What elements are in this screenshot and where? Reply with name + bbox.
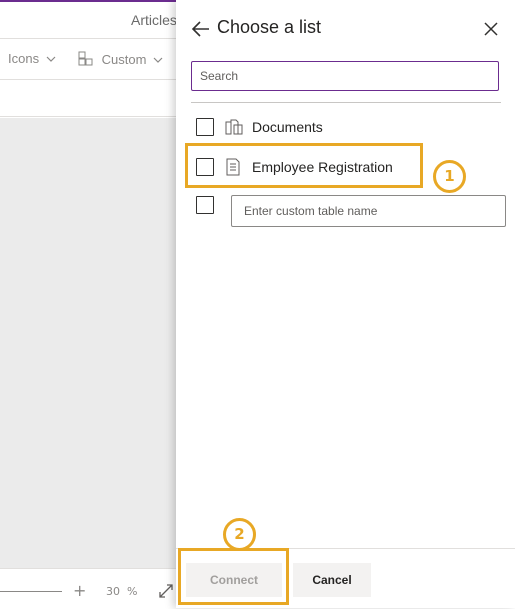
chevron-down-icon bbox=[153, 57, 163, 63]
custom-menu-label: Custom bbox=[101, 52, 147, 67]
choose-list-panel: Choose a list Documents Employee Registr… bbox=[176, 0, 515, 608]
step-callout-1: 1 bbox=[433, 160, 466, 193]
panel-title: Choose a list bbox=[217, 17, 322, 37]
expand-icon[interactable] bbox=[158, 583, 174, 599]
zoom-slider[interactable] bbox=[0, 591, 62, 592]
back-arrow-icon[interactable] bbox=[191, 19, 211, 39]
status-bar: + 30 % bbox=[0, 568, 176, 609]
zoom-in-button[interactable]: + bbox=[73, 581, 86, 600]
design-canvas[interactable] bbox=[0, 118, 176, 568]
icons-menu[interactable]: Icons bbox=[8, 51, 56, 66]
library-icon bbox=[225, 119, 243, 135]
checkbox-custom-table[interactable] bbox=[196, 196, 214, 214]
list-item-label: Documents bbox=[252, 119, 323, 135]
icons-menu-label: Icons bbox=[8, 51, 40, 66]
step-callout-2: 2 bbox=[223, 518, 256, 551]
search-input[interactable] bbox=[191, 61, 499, 91]
checkbox-documents[interactable] bbox=[196, 118, 214, 136]
divider bbox=[191, 102, 501, 103]
app-title: Articles bbox=[131, 12, 177, 28]
chevron-down-icon bbox=[46, 56, 56, 62]
zoom-unit: % bbox=[127, 585, 138, 598]
formula-bar[interactable] bbox=[0, 85, 176, 117]
list-item-documents[interactable]: Documents bbox=[176, 112, 515, 142]
close-icon[interactable] bbox=[482, 20, 500, 38]
highlight-box-connect bbox=[178, 548, 289, 605]
cancel-button[interactable]: Cancel bbox=[293, 563, 371, 597]
toolbar: Icons Custom bbox=[0, 38, 176, 80]
zoom-value: 30 bbox=[106, 585, 120, 598]
highlight-box-employee-registration bbox=[185, 143, 423, 188]
custom-shapes-icon bbox=[78, 51, 93, 66]
custom-menu[interactable]: Custom bbox=[78, 51, 163, 67]
custom-table-name-input[interactable] bbox=[231, 195, 506, 227]
